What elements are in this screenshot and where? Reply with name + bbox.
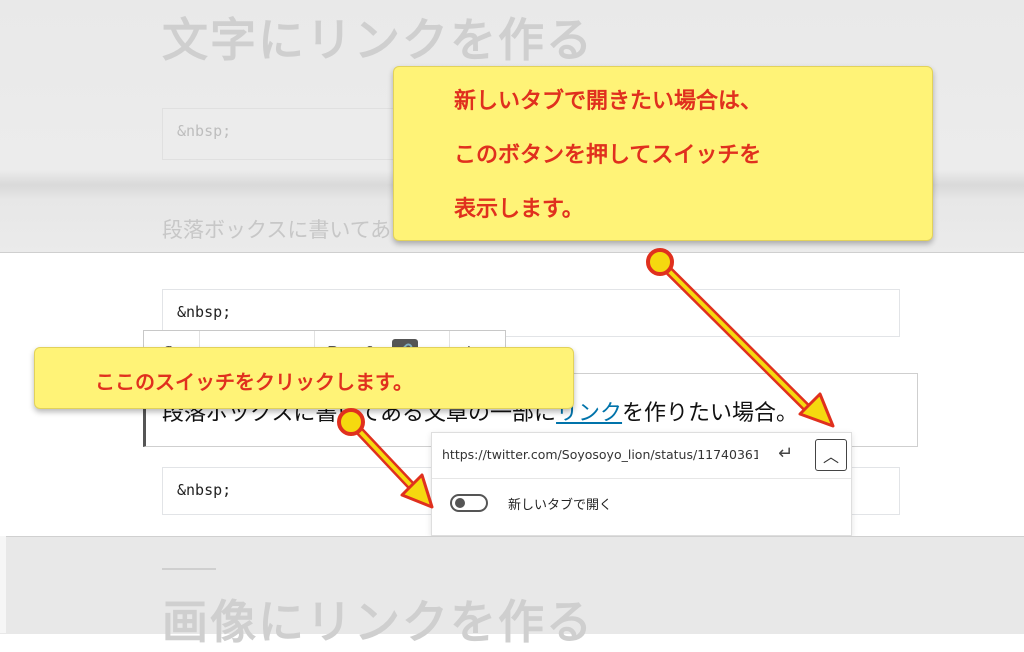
arrow-to-new-tab-toggle: [337, 408, 434, 509]
annotation-arrows: [337, 248, 835, 509]
arrow-to-expand-button: [646, 248, 835, 428]
